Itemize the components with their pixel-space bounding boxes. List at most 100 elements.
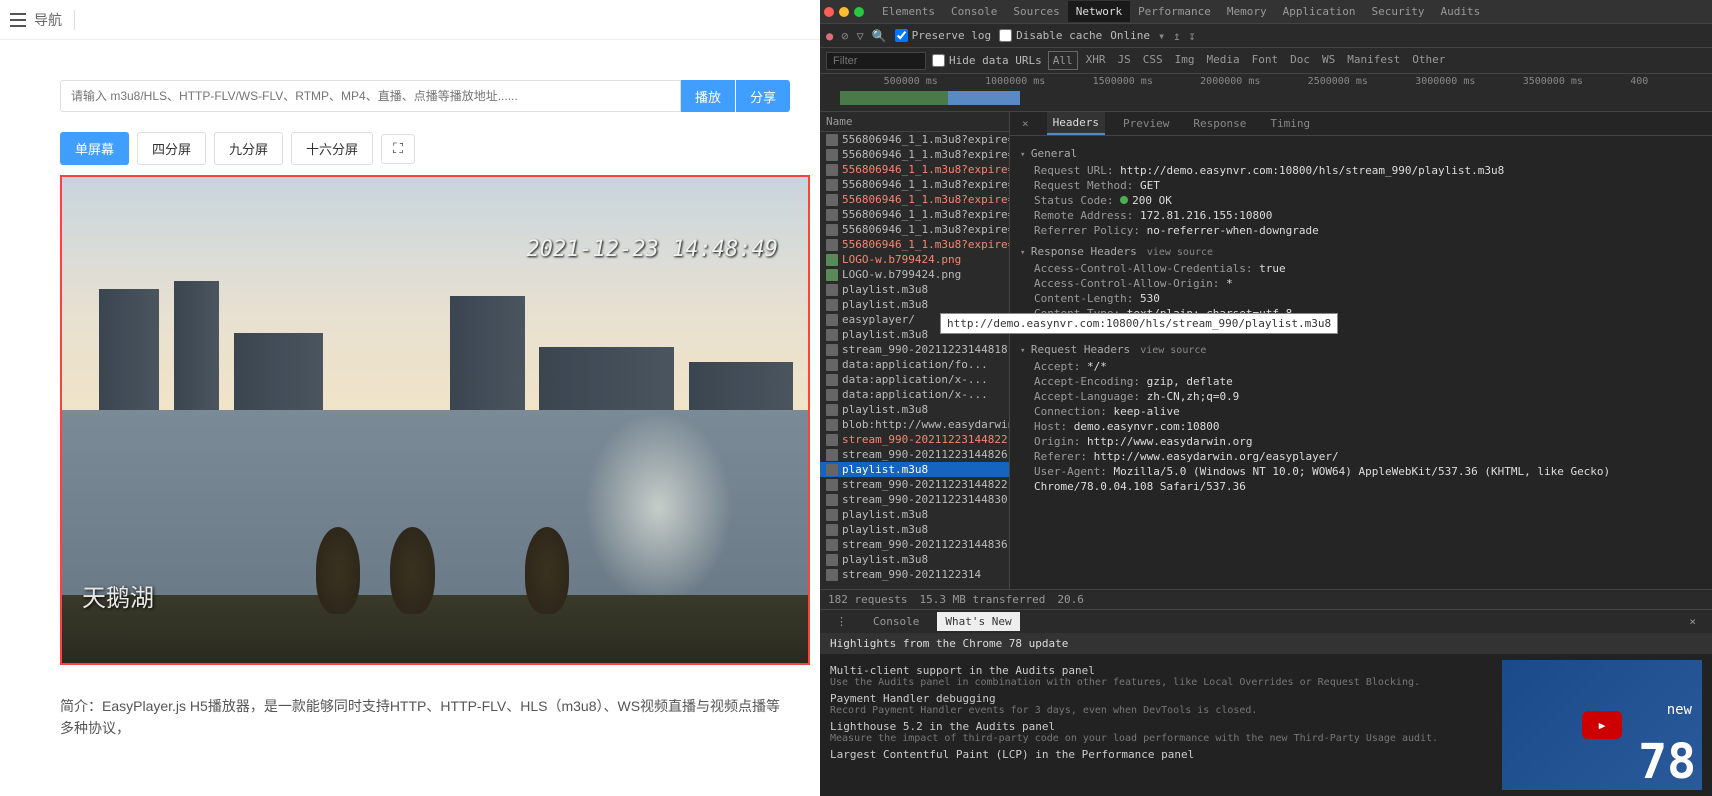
drawer-tabs: ⋮ Console What's New × [820, 610, 1712, 633]
tab-nine[interactable]: 九分屏 [214, 132, 283, 165]
request-row[interactable]: playlist.m3u8 [820, 297, 1009, 312]
devtools-tab-memory[interactable]: Memory [1219, 1, 1275, 22]
request-row[interactable]: data:application/fo... [820, 357, 1009, 372]
request-row[interactable]: playlist.m3u8 [820, 402, 1009, 417]
filter-font[interactable]: Font [1248, 51, 1283, 70]
play-icon[interactable]: ▶ [1582, 711, 1622, 739]
request-row[interactable]: playlist.m3u8 [820, 522, 1009, 537]
tab-single[interactable]: 单屏幕 [60, 132, 129, 165]
devtools: ElementsConsoleSourcesNetworkPerformance… [820, 0, 1712, 796]
devtools-tab-application[interactable]: Application [1275, 1, 1364, 22]
promo-video[interactable]: ▶ new 78 [1502, 660, 1702, 790]
request-row[interactable]: stream_990-20211223144818-949.ts [820, 342, 1009, 357]
request-row[interactable]: LOGO-w.b799424.png [820, 252, 1009, 267]
tab-sixteen[interactable]: 十六分屏 [291, 132, 373, 165]
section-response-headers[interactable]: Response Headersview source [1020, 244, 1702, 261]
devtools-tab-sources[interactable]: Sources [1005, 1, 1067, 22]
drawer-menu-icon[interactable]: ⋮ [828, 612, 855, 631]
filter-doc[interactable]: Doc [1286, 51, 1314, 70]
video-player[interactable]: 2021-12-23 14:48:49 天鹅湖 [60, 175, 810, 665]
request-row[interactable]: data:application/x-... [820, 372, 1009, 387]
request-row[interactable]: 556806946_1_1.m3u8?expire=164032... [820, 222, 1009, 237]
whats-new-body: Multi-client support in the Audits panel… [820, 654, 1712, 796]
request-row[interactable]: 556806946_1_1.m3u8?expire=164032... [820, 147, 1009, 162]
request-row[interactable]: blob:http://www.easydarwin.org/058d... [820, 417, 1009, 432]
request-row[interactable]: data:application/x-... [820, 387, 1009, 402]
section-general[interactable]: General [1020, 146, 1702, 163]
filter-css[interactable]: CSS [1139, 51, 1167, 70]
filter-all[interactable]: All [1048, 51, 1078, 70]
filter-js[interactable]: JS [1113, 51, 1134, 70]
throttle-select[interactable]: Online [1110, 29, 1150, 42]
devtools-tab-console[interactable]: Console [943, 1, 1005, 22]
search-icon[interactable]: 🔍 [872, 29, 887, 43]
filter-xhr[interactable]: XHR [1082, 51, 1110, 70]
filter-manifest[interactable]: Manifest [1343, 51, 1404, 70]
close-icon[interactable] [824, 7, 834, 17]
traffic-lights[interactable] [824, 7, 864, 17]
request-row[interactable]: 556806946_1_1.m3u8?expire=164032... [820, 207, 1009, 222]
tab-headers[interactable]: Headers [1047, 112, 1105, 135]
maximize-icon[interactable] [854, 7, 864, 17]
close-detail-icon[interactable]: × [1016, 113, 1035, 134]
whats-new-item[interactable]: Lighthouse 5.2 in the Audits panelMeasur… [830, 720, 1492, 744]
whats-new-item[interactable]: Payment Handler debuggingRecord Payment … [830, 692, 1492, 716]
minimize-icon[interactable] [839, 7, 849, 17]
request-row[interactable]: 556806946_1_1.m3u8?expire=164032... [820, 192, 1009, 207]
devtools-tab-network[interactable]: Network [1068, 1, 1130, 22]
devtools-tab-performance[interactable]: Performance [1130, 1, 1219, 22]
tab-timing[interactable]: Timing [1264, 113, 1316, 134]
request-row[interactable]: stream_990-20211223144822-950.ts [820, 432, 1009, 447]
request-row[interactable]: 556806946_1_1.m3u8?expire=164032... [820, 162, 1009, 177]
play-button[interactable]: 播放 [681, 80, 735, 112]
preserve-log-check[interactable]: Preserve log [895, 29, 991, 42]
download-icon[interactable]: ↧ [1188, 29, 1195, 43]
filter-input[interactable] [826, 52, 926, 70]
tab-console[interactable]: Console [865, 612, 927, 631]
request-row[interactable]: stream_990-20211223144826-951.ts [820, 447, 1009, 462]
disable-cache-check[interactable]: Disable cache [999, 29, 1102, 42]
filter-other[interactable]: Other [1408, 51, 1449, 70]
request-row[interactable]: playlist.m3u8 [820, 282, 1009, 297]
request-row[interactable]: playlist.m3u8 [820, 462, 1009, 477]
hide-data-urls-check[interactable]: Hide data URLs [932, 54, 1042, 67]
clear-icon[interactable]: ⊘ [841, 29, 848, 43]
url-input[interactable] [60, 80, 681, 112]
whats-new-item[interactable]: Multi-client support in the Audits panel… [830, 664, 1492, 688]
request-row[interactable]: 556806946_1_1.m3u8?expire=164032... [820, 237, 1009, 252]
tab-whats-new[interactable]: What's New [937, 612, 1019, 631]
whats-new-item[interactable]: Largest Contentful Paint (LCP) in the Pe… [830, 748, 1492, 761]
filter-img[interactable]: Img [1171, 51, 1199, 70]
tab-preview[interactable]: Preview [1117, 113, 1175, 134]
devtools-tab-audits[interactable]: Audits [1433, 1, 1489, 22]
menu-icon[interactable] [10, 13, 26, 27]
request-row[interactable]: 556806946_1_1.m3u8?expire=164032... [820, 177, 1009, 192]
close-drawer-icon[interactable]: × [1681, 612, 1704, 631]
timeline-overview[interactable]: 500000 ms1000000 ms1500000 ms2000000 ms2… [820, 74, 1712, 112]
devtools-tab-security[interactable]: Security [1364, 1, 1433, 22]
filter-ws[interactable]: WS [1318, 51, 1339, 70]
request-row[interactable]: stream_990-20211223144836-953.ts [820, 537, 1009, 552]
upload-icon[interactable]: ↥ [1173, 29, 1180, 43]
share-button[interactable]: 分享 [736, 80, 790, 112]
tab-four[interactable]: 四分屏 [137, 132, 206, 165]
request-row[interactable]: stream_990-2021122314 [820, 567, 1009, 582]
list-header-name[interactable]: Name [820, 112, 1009, 132]
request-row[interactable]: LOGO-w.b799424.png [820, 267, 1009, 282]
devtools-tab-elements[interactable]: Elements [874, 1, 943, 22]
header-row: Accept-Encoding: gzip, deflate [1020, 374, 1702, 389]
status-requests: 182 requests [828, 593, 907, 606]
filter-media[interactable]: Media [1202, 51, 1243, 70]
section-request-headers[interactable]: Request Headersview source [1020, 342, 1702, 359]
request-list[interactable]: Name 556806946_1_1.m3u8?expire=164032...… [820, 112, 1010, 589]
filter-icon[interactable]: ▽ [856, 29, 863, 43]
request-row[interactable]: playlist.m3u8 [820, 552, 1009, 567]
record-icon[interactable]: ● [826, 29, 833, 43]
request-row[interactable]: stream_990-20211223144830-952.ts [820, 492, 1009, 507]
request-row[interactable]: stream_990-20211223144822-950.ts [820, 477, 1009, 492]
fullscreen-icon[interactable]: ⛶ [381, 134, 415, 164]
chevron-down-icon[interactable]: ▾ [1158, 29, 1165, 43]
request-row[interactable]: playlist.m3u8 [820, 507, 1009, 522]
tab-response[interactable]: Response [1187, 113, 1252, 134]
request-row[interactable]: 556806946_1_1.m3u8?expire=164032... [820, 132, 1009, 147]
